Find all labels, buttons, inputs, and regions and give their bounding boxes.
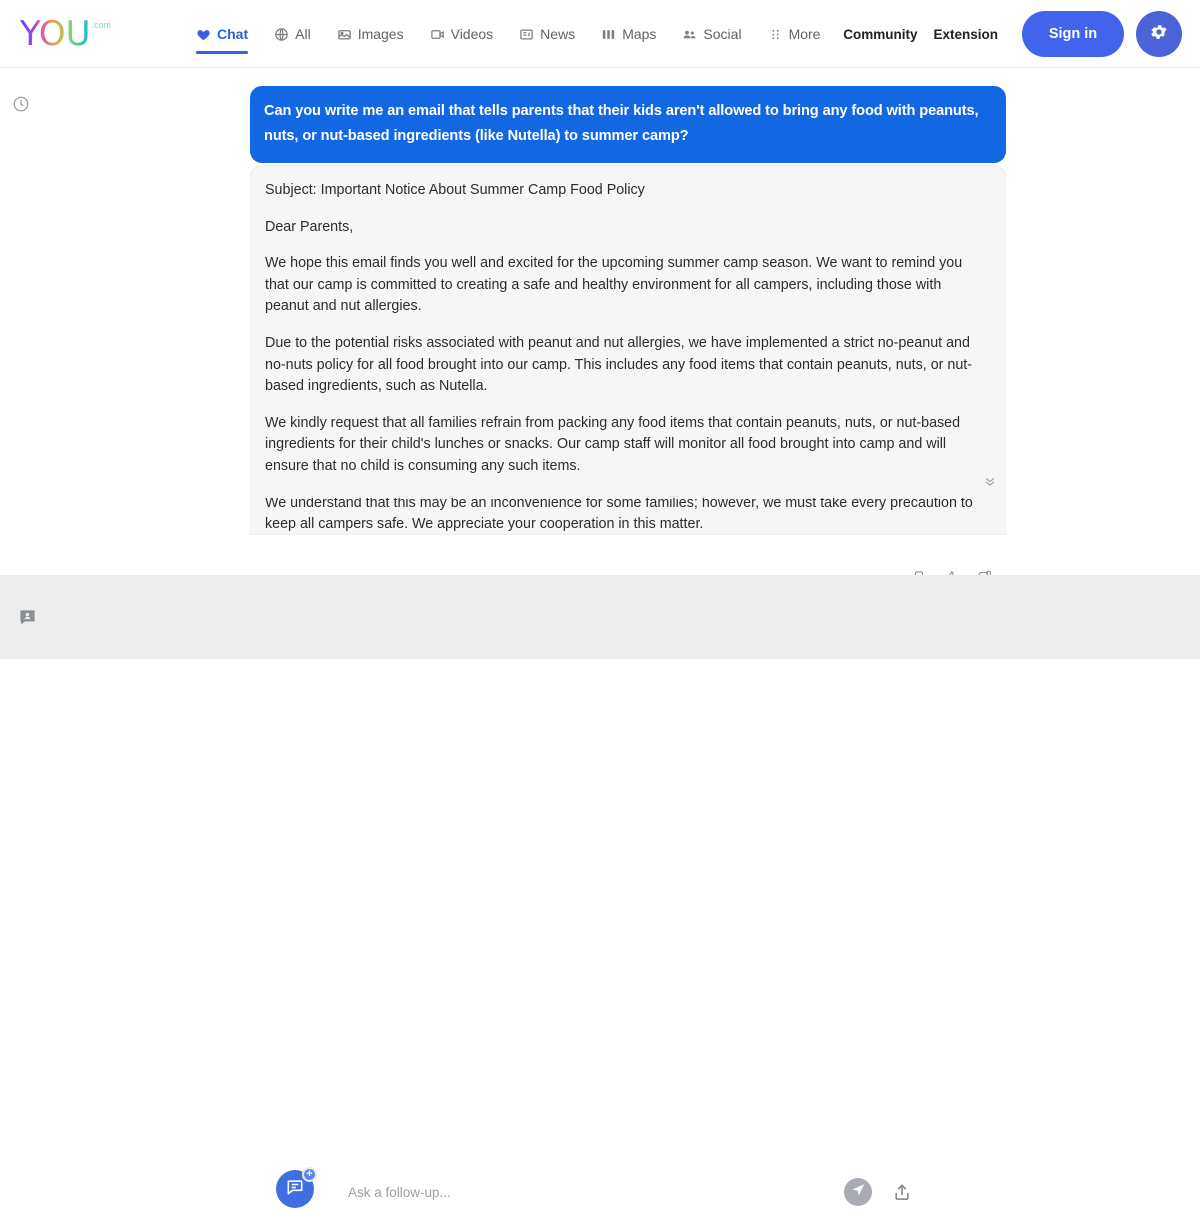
chevron-double-down-icon[interactable] (983, 474, 997, 490)
sign-in-button[interactable]: Sign in (1022, 11, 1124, 57)
nav-item-social[interactable]: Social (682, 0, 741, 68)
settings-button[interactable] (1136, 11, 1182, 57)
new-chat-icon (285, 1177, 305, 1202)
header-actions: Community Extension Sign in (843, 0, 1182, 68)
user-message-bubble: Can you write me an email that tells par… (250, 86, 1006, 163)
globe-icon (274, 27, 289, 42)
share-upload-icon (892, 1189, 912, 1206)
answer-paragraph-4: We understand that this may be an inconv… (265, 493, 987, 535)
images-icon (337, 27, 352, 42)
nav-item-more[interactable]: More (768, 0, 821, 68)
nav-item-all[interactable]: All (274, 0, 311, 68)
maps-icon (601, 27, 616, 42)
new-chat-button[interactable]: + (276, 1170, 314, 1208)
site-header: YOU .com Chat All Images Vi (0, 0, 1200, 68)
nav-item-chat[interactable]: Chat (196, 0, 248, 68)
answer-paragraph-subject: Subject: Important Notice About Summer C… (265, 180, 987, 202)
nav-item-maps[interactable]: Maps (601, 0, 656, 68)
primary-nav: Chat All Images Videos News (196, 0, 820, 68)
dots-grid-icon (768, 27, 783, 42)
nav-label-videos: Videos (451, 26, 494, 42)
feedback-avatar-icon[interactable] (18, 608, 37, 627)
extension-link[interactable]: Extension (933, 27, 998, 42)
message-thread: Can you write me an email that tells par… (250, 86, 1006, 535)
nav-item-videos[interactable]: Videos (430, 0, 494, 68)
assistant-answer-card: Subject: Important Notice About Summer C… (250, 165, 1006, 535)
conversation-area: Can you write me an email that tells par… (0, 68, 1200, 575)
you-logo[interactable]: YOU .com (20, 14, 111, 54)
answer-paragraph-2: Due to the potential risks associated wi… (265, 333, 987, 398)
nav-label-all: All (295, 26, 311, 42)
nav-label-more: More (789, 26, 821, 42)
nav-label-news: News (540, 26, 575, 42)
answer-paragraph-3: We kindly request that all families refr… (265, 413, 987, 478)
community-link[interactable]: Community (843, 27, 917, 42)
composer-bar: + (0, 575, 1200, 659)
nav-item-news[interactable]: News (519, 0, 575, 68)
chat-heart-icon (196, 27, 211, 42)
social-icon (682, 27, 697, 42)
answer-paragraph-1: We hope this email finds you well and ex… (265, 253, 987, 318)
video-icon (430, 27, 445, 42)
nav-item-images[interactable]: Images (337, 0, 404, 68)
share-button[interactable] (892, 1182, 912, 1202)
answer-paragraph-greeting: Dear Parents, (265, 217, 987, 239)
follow-up-input[interactable] (348, 1185, 844, 1200)
send-button[interactable] (844, 1178, 872, 1206)
nav-label-chat: Chat (217, 26, 248, 42)
send-paper-plane-icon (851, 1182, 866, 1202)
logo-wordmark: YOU (20, 14, 91, 54)
news-icon (519, 27, 534, 42)
nav-label-maps: Maps (622, 26, 656, 42)
new-chat-plus-badge: + (302, 1167, 317, 1182)
active-tab-underline (196, 51, 248, 54)
logo-tld: .com (92, 20, 112, 30)
follow-up-input-wrapper[interactable] (334, 1173, 878, 1211)
history-clock-icon[interactable] (12, 95, 30, 113)
nav-label-social: Social (703, 26, 741, 42)
gear-icon (1149, 22, 1169, 47)
nav-label-images: Images (358, 26, 404, 42)
